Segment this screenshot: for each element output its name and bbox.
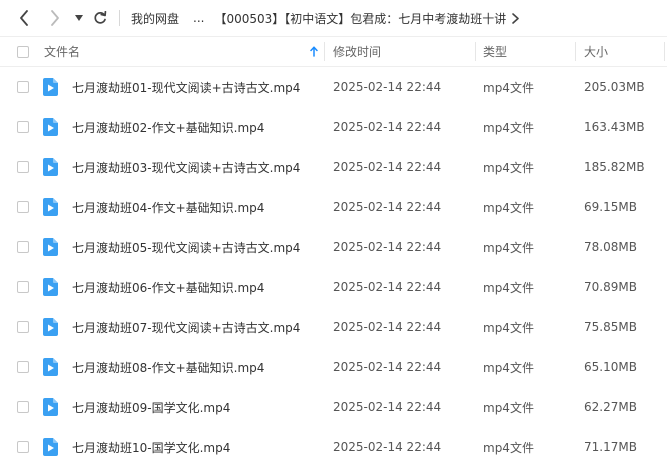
column-header-size[interactable]: 大小 <box>584 37 608 66</box>
row-checkbox[interactable] <box>17 347 29 387</box>
file-size: 69.15MB <box>584 200 637 214</box>
table-row[interactable]: 七月渡劫班01-现代文阅读+古诗古文.mp4 2025-02-14 22:44 mp… <box>0 67 667 107</box>
caret-down-icon <box>75 15 83 21</box>
row-checkbox[interactable] <box>17 307 29 347</box>
file-modified: 2025-02-14 22:44 <box>333 360 442 374</box>
file-modified: 2025-02-14 22:44 <box>333 440 442 454</box>
video-file-icon <box>42 187 58 227</box>
row-checkbox[interactable] <box>17 67 29 107</box>
row-checkbox[interactable] <box>17 267 29 307</box>
breadcrumb-current[interactable]: 【000503】【初中语文】包君成：七月中考渡劫班十讲 <box>214 10 506 27</box>
file-modified: 2025-02-14 22:44 <box>333 320 442 334</box>
file-type: mp4文件 <box>483 120 534 135</box>
file-name[interactable]: 七月渡劫班04-作文+基础知识.mp4 <box>72 187 264 227</box>
video-file-icon <box>42 427 58 467</box>
file-size: 65.10MB <box>584 360 637 374</box>
file-modified: 2025-02-14 22:44 <box>333 200 442 214</box>
history-dropdown-button[interactable] <box>69 8 89 28</box>
forward-button[interactable] <box>45 8 65 28</box>
video-file-icon <box>42 67 58 107</box>
file-modified: 2025-02-14 22:44 <box>333 280 442 294</box>
file-name[interactable]: 七月渡劫班03-现代文阅读+古诗古文.mp4 <box>72 147 300 187</box>
file-size: 62.27MB <box>584 400 637 414</box>
file-name[interactable]: 七月渡劫班06-作文+基础知识.mp4 <box>72 267 264 307</box>
file-size: 75.85MB <box>584 320 637 334</box>
table-row[interactable]: 七月渡劫班10-国学文化.mp4 2025-02-14 22:44 mp4文件 71.… <box>0 427 667 467</box>
header-divider[interactable] <box>575 42 576 61</box>
row-checkbox[interactable] <box>17 107 29 147</box>
video-file-icon <box>42 147 58 187</box>
file-modified: 2025-02-14 22:44 <box>333 160 442 174</box>
navigation-bar: 我的网盘 ... 【000503】【初中语文】包君成：七月中考渡劫班十讲 <box>0 0 667 36</box>
file-name[interactable]: 七月渡劫班08-作文+基础知识.mp4 <box>72 347 264 387</box>
refresh-icon <box>94 11 107 24</box>
nav-divider <box>119 10 120 26</box>
breadcrumb: 我的网盘 ... 【000503】【初中语文】包君成：七月中考渡劫班十讲 <box>131 0 520 36</box>
video-file-icon <box>42 387 58 427</box>
video-file-icon <box>42 347 58 387</box>
file-type: mp4文件 <box>483 80 534 95</box>
row-checkbox[interactable] <box>17 387 29 427</box>
file-size: 71.17MB <box>584 440 637 454</box>
video-file-icon <box>42 227 58 267</box>
row-checkbox[interactable] <box>17 427 29 467</box>
file-type: mp4文件 <box>483 400 534 415</box>
breadcrumb-root[interactable]: 我的网盘 <box>131 10 179 27</box>
column-header-type[interactable]: 类型 <box>483 37 507 66</box>
table-row[interactable]: 七月渡劫班07-现代文阅读+古诗古文.mp4 2025-02-14 22:44 mp… <box>0 307 667 347</box>
column-header-name[interactable]: 文件名 <box>44 37 80 66</box>
file-name[interactable]: 七月渡劫班05-现代文阅读+古诗古文.mp4 <box>72 227 300 267</box>
file-type: mp4文件 <box>483 440 534 455</box>
table-row[interactable]: 七月渡劫班09-国学文化.mp4 2025-02-14 22:44 mp4文件 62.… <box>0 387 667 427</box>
file-modified: 2025-02-14 22:44 <box>333 400 442 414</box>
file-list: 七月渡劫班01-现代文阅读+古诗古文.mp4 2025-02-14 22:44 mp… <box>0 67 667 467</box>
row-checkbox[interactable] <box>17 187 29 227</box>
table-row[interactable]: 七月渡劫班05-现代文阅读+古诗古文.mp4 2025-02-14 22:44 mp… <box>0 227 667 267</box>
file-modified: 2025-02-14 22:44 <box>333 240 442 254</box>
breadcrumb-ellipsis[interactable]: ... <box>193 11 204 25</box>
file-size: 70.89MB <box>584 280 637 294</box>
file-name[interactable]: 七月渡劫班10-国学文化.mp4 <box>72 427 230 467</box>
file-type: mp4文件 <box>483 360 534 375</box>
file-name[interactable]: 七月渡劫班07-现代文阅读+古诗古文.mp4 <box>72 307 300 347</box>
table-row[interactable]: 七月渡劫班03-现代文阅读+古诗古文.mp4 2025-02-14 22:44 mp… <box>0 147 667 187</box>
row-checkbox[interactable] <box>17 227 29 267</box>
header-divider[interactable] <box>475 42 476 61</box>
video-file-icon <box>42 307 58 347</box>
file-list-header: 文件名 修改时间 类型 大小 <box>0 36 667 67</box>
file-name[interactable]: 七月渡劫班01-现代文阅读+古诗古文.mp4 <box>72 67 300 107</box>
table-row[interactable]: 七月渡劫班04-作文+基础知识.mp4 2025-02-14 22:44 mp4文件… <box>0 187 667 227</box>
file-type: mp4文件 <box>483 320 534 335</box>
file-size: 185.82MB <box>584 160 645 174</box>
file-size: 78.08MB <box>584 240 637 254</box>
chevron-right-icon[interactable] <box>512 12 520 24</box>
file-type: mp4文件 <box>483 240 534 255</box>
select-all-checkbox[interactable] <box>17 37 29 66</box>
table-row[interactable]: 七月渡劫班02-作文+基础知识.mp4 2025-02-14 22:44 mp4文件… <box>0 107 667 147</box>
refresh-button[interactable] <box>90 8 110 28</box>
arrow-left-icon <box>20 10 28 26</box>
row-checkbox[interactable] <box>17 147 29 187</box>
file-modified: 2025-02-14 22:44 <box>333 80 442 94</box>
file-type: mp4文件 <box>483 160 534 175</box>
back-button[interactable] <box>14 8 34 28</box>
video-file-icon <box>42 107 58 147</box>
column-header-modified[interactable]: 修改时间 <box>333 37 381 66</box>
sort-up-icon[interactable] <box>310 37 318 66</box>
file-size: 205.03MB <box>584 80 645 94</box>
header-divider[interactable] <box>324 42 325 61</box>
header-divider[interactable] <box>664 42 665 61</box>
video-file-icon <box>42 267 58 307</box>
file-name[interactable]: 七月渡劫班09-国学文化.mp4 <box>72 387 230 427</box>
file-name[interactable]: 七月渡劫班02-作文+基础知识.mp4 <box>72 107 264 147</box>
table-row[interactable]: 七月渡劫班06-作文+基础知识.mp4 2025-02-14 22:44 mp4文件… <box>0 267 667 307</box>
file-type: mp4文件 <box>483 280 534 295</box>
file-size: 163.43MB <box>584 120 645 134</box>
file-modified: 2025-02-14 22:44 <box>333 120 442 134</box>
table-row[interactable]: 七月渡劫班08-作文+基础知识.mp4 2025-02-14 22:44 mp4文件… <box>0 347 667 387</box>
arrow-right-icon <box>51 10 59 26</box>
file-type: mp4文件 <box>483 200 534 215</box>
